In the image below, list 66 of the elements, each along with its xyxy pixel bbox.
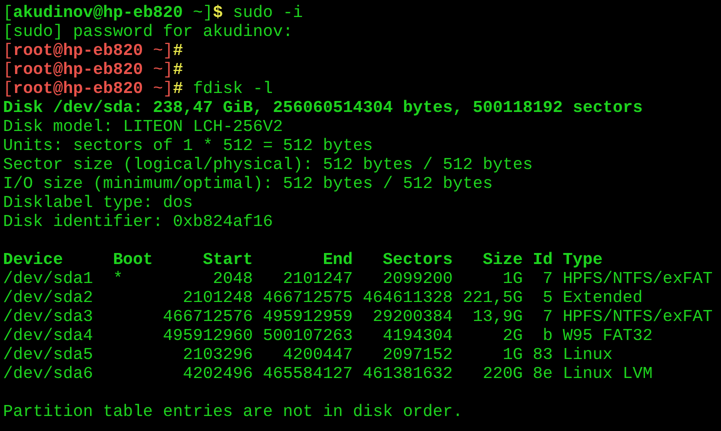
column-header: Device (3, 251, 63, 270)
table-cell: /dev/sda2 (3, 289, 93, 308)
output-line: Disk identifier: 0xb824af16 (3, 213, 273, 232)
table-cell: 8e (532, 365, 553, 384)
output-line: Partition table entries are not in disk order. (3, 403, 463, 422)
table-cell: 5 (542, 289, 553, 308)
table-cell: 1G (502, 270, 523, 289)
table-cell: 2099200 (382, 270, 453, 289)
column-header: End (322, 251, 353, 270)
column-header: Id (532, 251, 553, 270)
table-cell: 465584127 (262, 365, 353, 384)
table-cell: 4200447 (282, 346, 353, 365)
column-header: Boot (112, 251, 153, 270)
table-cell: 2101248 (182, 289, 253, 308)
output-line: Disk model: LITEON LCH-256V2 (3, 118, 283, 137)
table-cell: 2G (502, 327, 523, 346)
table-cell: 1G (502, 346, 523, 365)
table-cell: Linux LVM (562, 365, 653, 384)
shell-prompt: [akudinov@hp-eb820 ~]$ (3, 4, 223, 23)
command-text: fdisk -l (192, 80, 273, 99)
table-cell: 466712575 (262, 289, 353, 308)
table-cell: 2048 (212, 270, 253, 289)
table-cell: 2097152 (382, 346, 453, 365)
table-cell: 13,9G (472, 308, 523, 327)
table-cell: /dev/sda4 (3, 327, 93, 346)
shell-prompt: [root@hp-eb820 ~]# (3, 61, 183, 80)
table-cell: Extended (562, 289, 643, 308)
table-cell: 500107263 (262, 327, 353, 346)
output-line: Disk /dev/sda: 238,47 GiB, 256060514304 bytes, 500118192 sectors (3, 99, 643, 118)
table-cell: 464611328 (362, 289, 453, 308)
table-cell: /dev/sda5 (3, 346, 93, 365)
table-cell: 461381632 (362, 365, 453, 384)
column-header: Sectors (382, 251, 453, 270)
table-cell: 2103296 (182, 346, 253, 365)
command-text: sudo -i (232, 4, 303, 23)
table-cell: 495912960 (162, 327, 253, 346)
table-cell: 495912959 (262, 308, 353, 327)
table-cell: 7 (542, 270, 553, 289)
table-cell: 221,5G (462, 289, 523, 308)
shell-prompt: [root@hp-eb820 ~]# (3, 80, 183, 99)
output-line: Sector size (logical/physical): 512 bytes / 512 bytes (3, 156, 533, 175)
table-cell: /dev/sda1 (3, 270, 93, 289)
table-cell: 2101247 (282, 270, 353, 289)
table-cell: /dev/sda6 (3, 365, 93, 384)
table-cell: W95 FAT32 (562, 327, 653, 346)
table-cell: /dev/sda3 (3, 308, 93, 327)
table-cell: 29200384 (372, 308, 453, 327)
table-cell: 4202496 (182, 365, 253, 384)
column-header: Type (562, 251, 603, 270)
table-cell: 7 (542, 308, 553, 327)
table-cell: 466712576 (162, 308, 253, 327)
table-cell: * (112, 270, 123, 289)
column-header: Size (482, 251, 523, 270)
table-cell: Linux (562, 346, 613, 365)
output-line: Units: sectors of 1 * 512 = 512 bytes (3, 137, 373, 156)
table-cell: 83 (532, 346, 553, 365)
shell-prompt: [root@hp-eb820 ~]# (3, 42, 183, 61)
output-line: Disklabel type: dos (3, 194, 193, 213)
table-cell: 220G (482, 365, 523, 384)
table-cell: HPFS/NTFS/exFAT (562, 270, 713, 289)
table-cell: HPFS/NTFS/exFAT (562, 308, 713, 327)
column-header: Start (202, 251, 253, 270)
output-line: [sudo] password for akudinov: (3, 23, 293, 42)
output-line: I/O size (minimum/optimal): 512 bytes / 512 bytes (3, 175, 493, 194)
table-cell: 4194304 (382, 327, 453, 346)
table-cell: b (542, 327, 553, 346)
